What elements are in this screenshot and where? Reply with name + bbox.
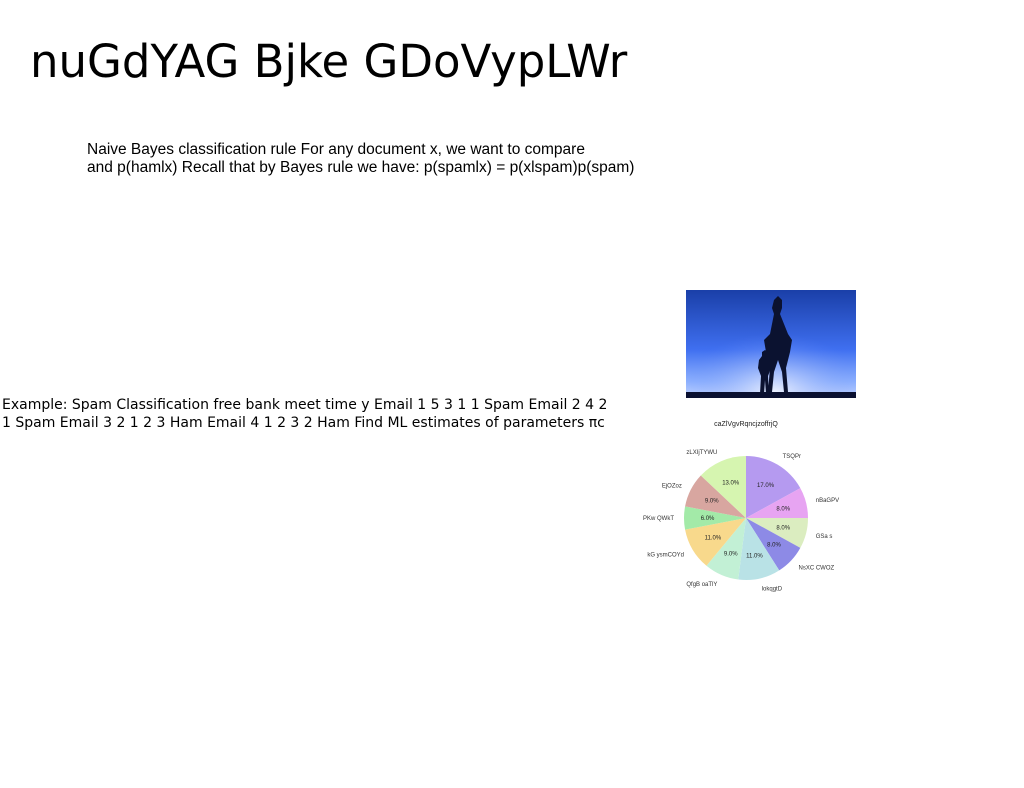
pie-slice-pct: 11.0% <box>746 554 763 560</box>
pie-slice-label: nBaGPV <box>816 498 839 504</box>
body-line-2: and p(hamlx) Recall that by Bayes rule w… <box>87 159 635 176</box>
pie-slice-label: EjOZoz <box>662 483 682 489</box>
pie-chart: caZlVgvRqncjzoffrjQ 17.0% TSQPr 8.0% nBaGPV 8… <box>640 416 840 612</box>
pie-slice-label: PKw QWkT <box>643 516 674 522</box>
pie-slice-pct: 9.0% <box>724 551 738 557</box>
pie-slice-pct: 11.0% <box>705 536 722 542</box>
pie-slice-label: lokqgtD <box>762 586 783 592</box>
body-paragraph: Naive Bayes classification rule For any … <box>87 141 667 177</box>
pie-slice-label: NsXC CWOZ <box>798 565 834 571</box>
pie-slice-pct: 9.0% <box>705 499 719 505</box>
pie-slice-label: QfgB oaTlY <box>686 582 717 588</box>
pie-slice-pct: 17.0% <box>757 483 775 489</box>
pie-slice-label: TSQPr <box>783 454 801 460</box>
slide-title: nuGdYAG Bjke GDoVypLWr <box>30 35 628 88</box>
body-line-1: Naive Bayes classification rule For any … <box>87 141 585 158</box>
silhouette-image <box>686 290 856 398</box>
pie-slice-label: GSa s <box>816 534 833 540</box>
pie-slice-label: zLXIjTYWU <box>686 450 717 456</box>
pie-slice-label: kG ysmCOYd <box>647 553 684 559</box>
pie-slice-pct: 8.0% <box>776 506 790 512</box>
pie-slice-pct: 13.0% <box>722 481 740 487</box>
pie-slice-pct: 8.0% <box>767 542 781 548</box>
silhouette-photo <box>686 290 856 398</box>
example-paragraph: Example: Spam Classification free bank m… <box>2 397 608 431</box>
pie-slice-pct: 8.0% <box>776 526 790 532</box>
pie-slice-pct: 6.0% <box>701 516 715 522</box>
pie-chart-svg: caZlVgvRqncjzoffrjQ 17.0% TSQPr 8.0% nBaGPV 8… <box>643 421 839 592</box>
pie-chart-title: caZlVgvRqncjzoffrjQ <box>714 421 778 428</box>
